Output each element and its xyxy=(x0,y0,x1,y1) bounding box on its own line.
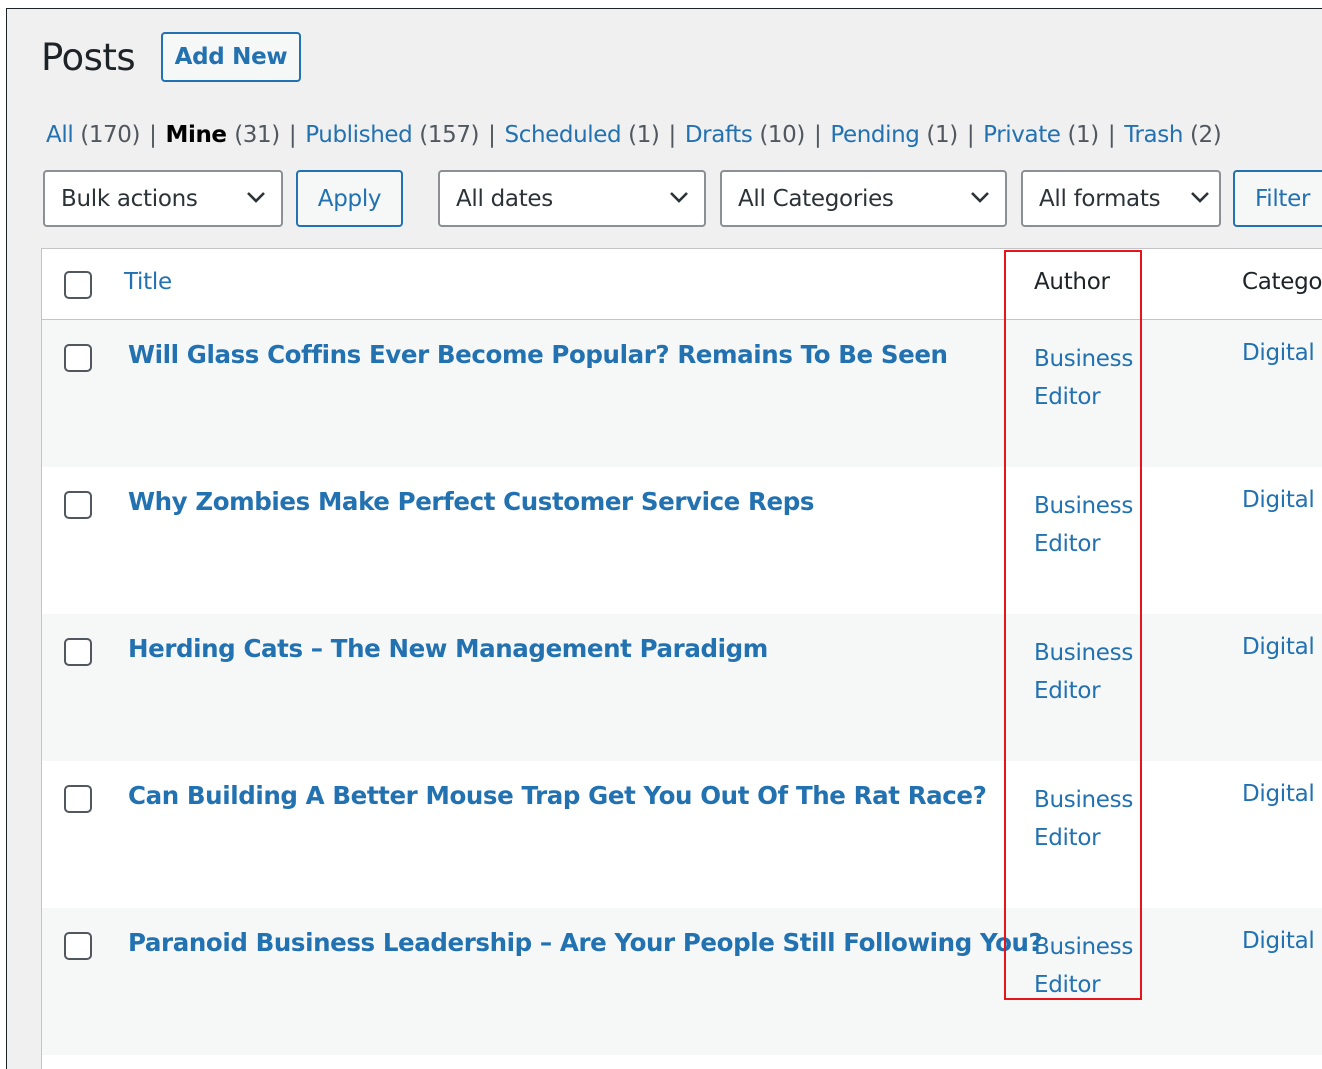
author-name-line1: Business xyxy=(1034,934,1134,960)
post-title-link[interactable]: Can Building A Better Mouse Trap Get You… xyxy=(128,781,987,810)
author-name-line2: Editor xyxy=(1034,384,1101,410)
view-count: (31) xyxy=(234,122,280,148)
view-mine-link[interactable]: Mine (31) xyxy=(165,122,280,148)
view-count: (157) xyxy=(419,122,480,148)
post-author-link[interactable]: Business Editor xyxy=(1034,487,1154,563)
table-row: Will Glass Coffins Ever Become Popular? … xyxy=(42,320,1322,467)
view-label: Published xyxy=(305,122,413,148)
view-label: Private xyxy=(983,122,1061,148)
post-status-filters: All (170) | Mine (31) | Published (157) | Sche… xyxy=(46,119,1222,151)
view-scheduled-link[interactable]: Scheduled (1) xyxy=(505,122,660,148)
row-checkbox[interactable] xyxy=(64,638,92,666)
chevron-down-icon xyxy=(670,192,688,203)
view-all-link[interactable]: All (170) xyxy=(46,122,141,148)
author-name-line1: Business xyxy=(1034,346,1134,372)
view-label: Trash xyxy=(1124,122,1184,148)
author-name-line1: Business xyxy=(1034,787,1134,813)
author-name-line2: Editor xyxy=(1034,825,1101,851)
view-count: (1) xyxy=(926,122,958,148)
table-row: Paranoid Business Leadership – Are Your … xyxy=(42,908,1322,1055)
post-title-link[interactable]: Why Zombies Make Perfect Customer Servic… xyxy=(128,487,814,516)
post-category-link[interactable]: Digital xyxy=(1242,340,1315,366)
table-row: Herding Cats – The New Management Paradi… xyxy=(42,614,1322,761)
post-title-link[interactable]: Herding Cats – The New Management Paradi… xyxy=(128,634,768,663)
view-separator: | xyxy=(668,122,677,148)
row-checkbox[interactable] xyxy=(64,785,92,813)
filter-button[interactable]: Filter xyxy=(1233,170,1322,227)
post-category-link[interactable]: Digital xyxy=(1242,487,1315,513)
post-author-link[interactable]: Business Editor xyxy=(1034,634,1154,710)
table-row: Can Building A Better Mouse Trap Get You… xyxy=(42,761,1322,908)
view-drafts-link[interactable]: Drafts (10) xyxy=(684,122,806,148)
categories-column-header: Catego xyxy=(1242,269,1322,295)
bulk-actions-value: Bulk actions xyxy=(61,185,198,212)
view-label: Scheduled xyxy=(504,122,622,148)
view-label: Drafts xyxy=(684,122,753,148)
date-filter-select[interactable]: All dates xyxy=(438,170,706,227)
post-category-link[interactable]: Digital xyxy=(1242,634,1315,660)
category-filter-select[interactable]: All Categories xyxy=(720,170,1007,227)
author-name-line2: Editor xyxy=(1034,972,1101,998)
view-label: Pending xyxy=(830,122,920,148)
view-count: (1) xyxy=(628,122,660,148)
chevron-down-icon xyxy=(971,192,989,203)
view-separator: | xyxy=(488,122,496,148)
view-pending-link[interactable]: Pending (1) xyxy=(830,122,958,148)
view-separator: | xyxy=(813,122,822,148)
apply-button[interactable]: Apply xyxy=(296,170,403,227)
row-checkbox[interactable] xyxy=(64,491,92,519)
bulk-actions-select[interactable]: Bulk actions xyxy=(43,170,283,227)
view-separator: | xyxy=(149,122,157,148)
author-column-header: Author xyxy=(1034,269,1110,295)
select-all-checkbox[interactable] xyxy=(64,271,92,299)
title-column-sort[interactable]: Title xyxy=(124,269,172,295)
author-name-line2: Editor xyxy=(1034,531,1101,557)
view-private-link[interactable]: Private (1) xyxy=(983,122,1099,148)
format-filter-value: All formats xyxy=(1039,185,1161,212)
author-name-line1: Business xyxy=(1034,493,1134,519)
view-label: Mine xyxy=(165,122,227,148)
author-name-line2: Editor xyxy=(1034,678,1101,704)
view-separator: | xyxy=(288,122,297,148)
date-filter-value: All dates xyxy=(456,185,553,212)
view-published-link[interactable]: Published (157) xyxy=(305,122,479,148)
table-row: Why Zombies Make Perfect Customer Servic… xyxy=(42,467,1322,614)
post-author-link[interactable]: Business Editor xyxy=(1034,340,1154,416)
chevron-down-icon xyxy=(247,192,265,203)
posts-table: Title Author Catego Will Glass Coffins E… xyxy=(41,248,1322,1069)
chevron-down-icon xyxy=(1191,192,1209,203)
view-count: (2) xyxy=(1189,122,1222,148)
view-separator: | xyxy=(966,122,975,148)
row-checkbox[interactable] xyxy=(64,932,92,960)
post-category-link[interactable]: Digital xyxy=(1242,781,1315,807)
post-author-link[interactable]: Business Editor xyxy=(1034,781,1154,857)
table-header: Title Author Catego xyxy=(42,249,1322,320)
view-count: (10) xyxy=(759,122,805,148)
post-category-link[interactable]: Digital xyxy=(1242,928,1315,954)
view-label: All xyxy=(46,122,74,148)
view-count: (170) xyxy=(80,122,141,148)
author-name-line1: Business xyxy=(1034,640,1134,666)
view-separator: | xyxy=(1107,122,1116,148)
row-checkbox[interactable] xyxy=(64,344,92,372)
view-trash-link[interactable]: Trash (2) xyxy=(1124,122,1221,148)
add-new-button[interactable]: Add New xyxy=(161,32,301,82)
category-filter-value: All Categories xyxy=(738,185,894,212)
admin-content-frame: Posts Add New All (170) | Mine (31) | Publis… xyxy=(6,8,1322,1069)
post-title-link[interactable]: Will Glass Coffins Ever Become Popular? … xyxy=(128,340,948,369)
format-filter-select[interactable]: All formats xyxy=(1021,170,1221,227)
page-title: Posts xyxy=(41,36,136,79)
post-title-link[interactable]: Paranoid Business Leadership – Are Your … xyxy=(128,928,1043,957)
post-author-link[interactable]: Business Editor xyxy=(1034,928,1154,1004)
view-count: (1) xyxy=(1067,122,1099,148)
